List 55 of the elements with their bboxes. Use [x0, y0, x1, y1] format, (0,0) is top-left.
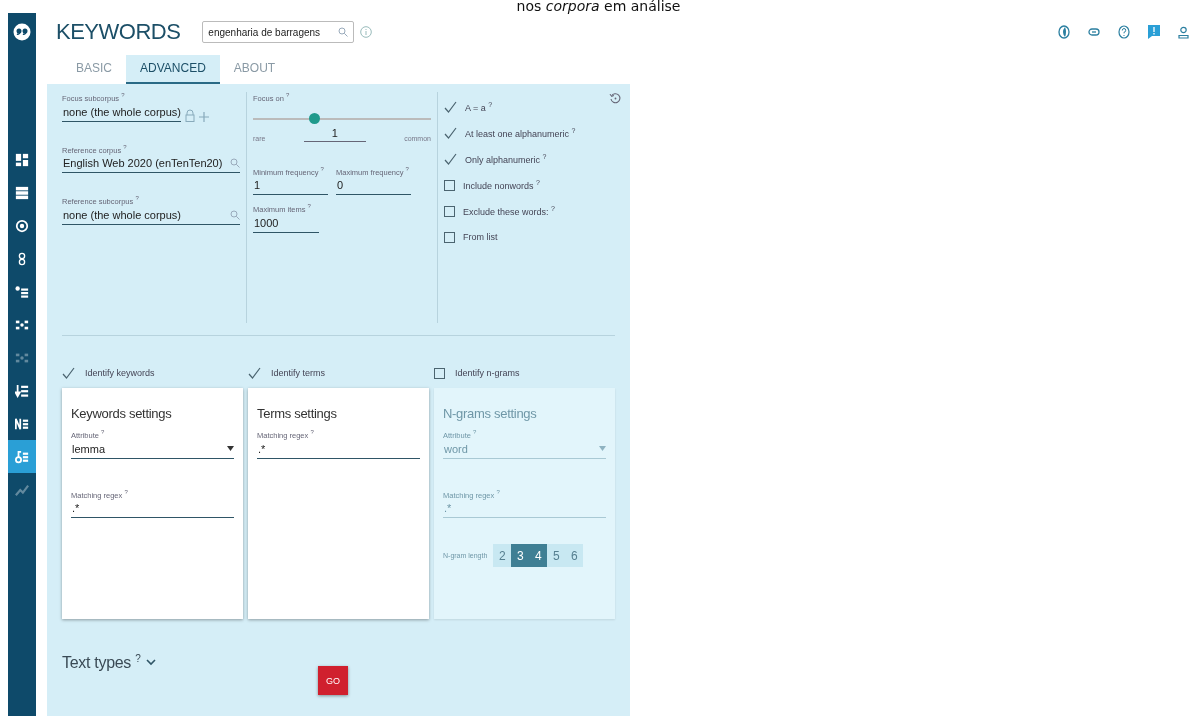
dropdown-caret-icon	[599, 446, 606, 451]
chevron-icon[interactable]	[146, 659, 157, 667]
go-button[interactable]: GO	[318, 666, 348, 696]
option-label: Identify keywords	[85, 368, 155, 378]
link-icon[interactable]	[1088, 28, 1100, 36]
feedback-icon[interactable]	[1148, 25, 1160, 39]
section-title[interactable]: Text types $^{?}$	[62, 653, 141, 673]
input-field[interactable]: .*	[71, 499, 234, 518]
option-label: At least one alphanumeric $^{?}$	[465, 127, 576, 139]
option-label: A = a $^{?}$	[465, 101, 493, 113]
dashboard-icon	[15, 152, 29, 167]
input-field[interactable]: 0	[336, 176, 411, 195]
option-label: Identify terms	[271, 368, 326, 378]
checkmark-icon[interactable]	[444, 127, 457, 139]
search-field[interactable]: engenharia de barragens	[202, 21, 355, 43]
input-field[interactable]: lemma	[71, 439, 234, 459]
help-icon[interactable]	[1118, 25, 1130, 39]
document-caption: nos corpora em análise	[515, 0, 682, 13]
user-icon[interactable]	[1178, 25, 1189, 39]
option-label: From list	[463, 232, 498, 242]
option-label: Identify n-grams	[455, 368, 520, 378]
input-field[interactable]: English Web 2020 (enTenTen20)	[62, 154, 240, 173]
tab[interactable]: ADVANCED	[126, 55, 220, 84]
slider[interactable]	[253, 112, 431, 125]
checkmark-icon[interactable]	[62, 367, 75, 379]
option-label: Include nonwords $^{?}$	[463, 179, 540, 191]
input-field[interactable]: .*	[257, 439, 420, 459]
card-title: N-grams settings	[443, 406, 538, 421]
page-title: KEYWORDS	[56, 19, 181, 45]
target-icon	[15, 218, 29, 233]
checkmark-icon[interactable]	[444, 153, 457, 165]
option-label: Only alphanumeric $^{?}$	[465, 153, 547, 165]
checkmark-icon[interactable]	[444, 101, 457, 113]
checkbox[interactable]	[444, 231, 455, 243]
search-icon	[230, 158, 240, 168]
input-field[interactable]: none (the whole corpus)	[62, 205, 240, 225]
reset-icon[interactable]	[609, 92, 621, 104]
moon-icon[interactable]	[1058, 25, 1070, 39]
checkbox[interactable]	[444, 179, 455, 191]
checkmark-icon[interactable]	[248, 367, 261, 379]
card-title: Terms settings	[257, 406, 338, 421]
checkbox[interactable]	[444, 205, 455, 217]
option-label: Exclude these words: $^{?}$	[463, 205, 555, 217]
trend-icon	[15, 482, 29, 497]
slider-thumb[interactable]	[308, 112, 320, 124]
search-icon	[230, 209, 240, 220]
card-title: Keywords settings	[71, 406, 173, 421]
input-field[interactable]: 1	[303, 124, 366, 142]
search-icon	[338, 27, 349, 37]
input-field[interactable]: 1000	[253, 213, 319, 233]
logo-icon	[13, 23, 31, 41]
dropdown-caret-icon	[227, 446, 234, 451]
checkbox[interactable]	[434, 367, 445, 379]
dropdown[interactable]: none (the whole corpus)	[62, 102, 181, 122]
input-field[interactable]: 1	[253, 176, 328, 195]
